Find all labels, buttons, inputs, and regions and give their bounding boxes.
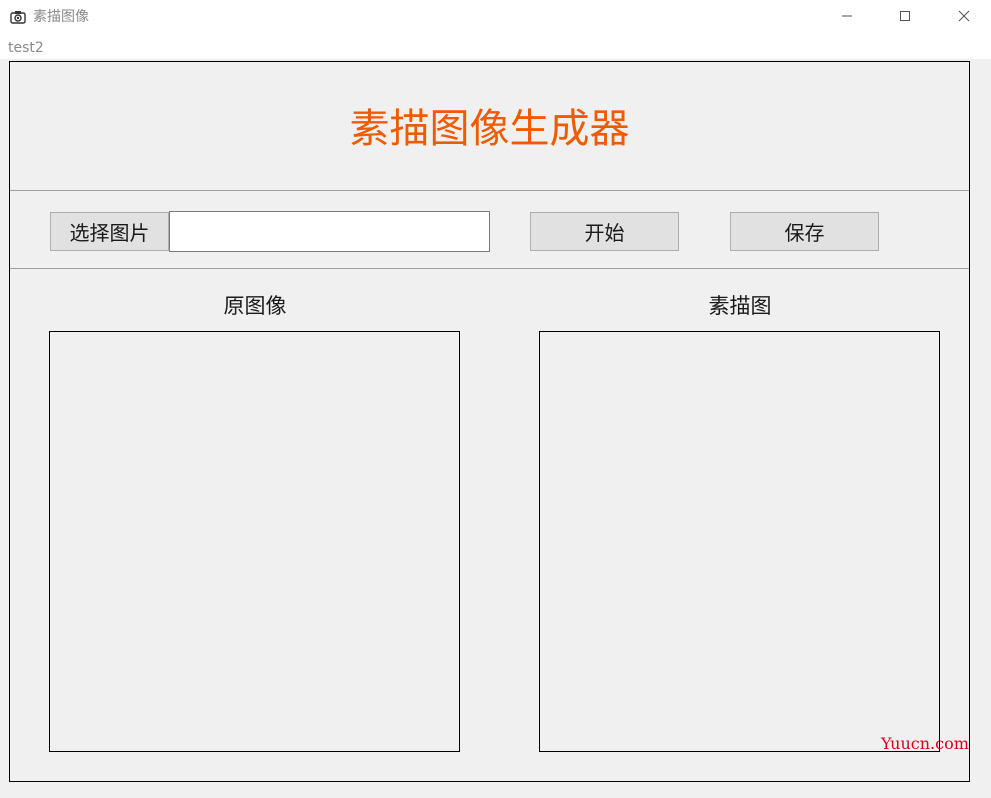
sketch-image-label: 素描图 [708,294,772,318]
save-button[interactable]: 保存 [730,212,879,251]
camera-icon [10,9,26,25]
close-button[interactable] [941,0,987,32]
menu-bar: test2 [0,34,991,59]
header-frame: 素描图像生成器 [10,62,969,191]
close-icon [958,10,970,22]
toolbar-frame: 选择图片 开始 保存 [10,191,969,269]
original-image-label: 原图像 [223,294,287,318]
menu-item-test2[interactable]: test2 [8,39,44,57]
select-image-button[interactable]: 选择图片 [50,212,169,251]
sketch-image-panel [539,331,940,752]
start-button[interactable]: 开始 [530,212,679,251]
minimize-button[interactable] [824,0,870,32]
maximize-button[interactable] [882,0,928,32]
watermark: Yuucn.com [881,734,969,753]
page-title: 素描图像生成器 [349,106,630,152]
maximize-icon [899,10,911,22]
minimize-icon [841,10,853,22]
original-image-panel [49,331,460,752]
main-frame: 素描图像生成器 选择图片 开始 保存 原图像 素描图 [9,61,970,782]
title-bar: 素描图像 [0,0,991,34]
image-path-input[interactable] [169,211,490,252]
window-title: 素描图像 [33,9,89,25]
